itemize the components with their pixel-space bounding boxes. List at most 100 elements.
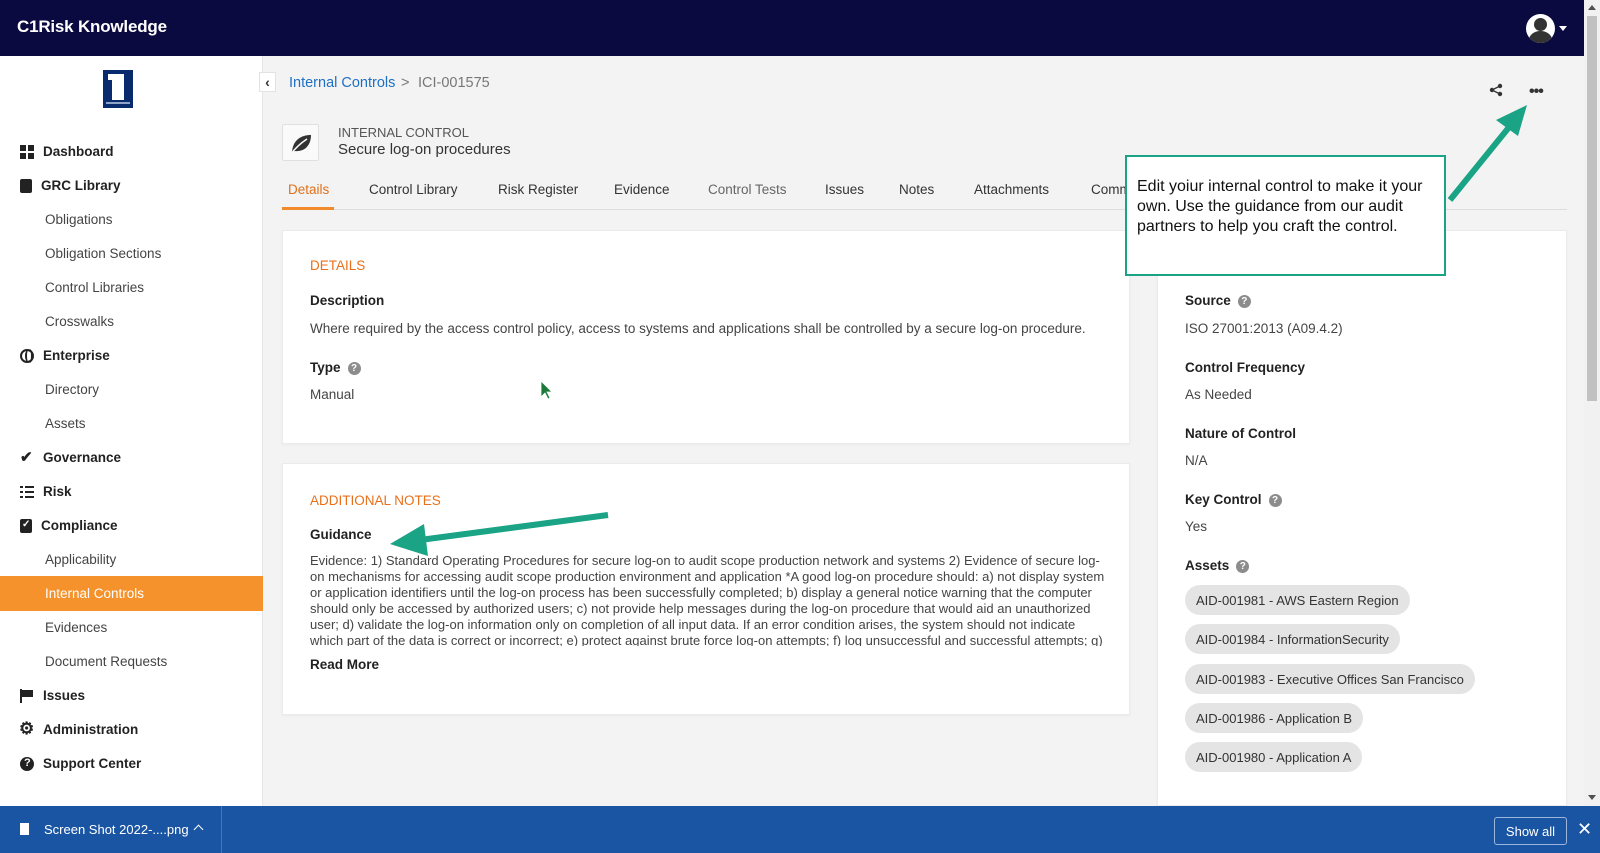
nature-value: N/A (1185, 453, 1208, 468)
scroll-down-icon[interactable] (1588, 795, 1596, 800)
assets-label-text: Assets (1185, 558, 1230, 573)
sidebar-item-governance[interactable]: Governance (0, 440, 263, 475)
list-icon (20, 484, 34, 499)
sidebar-item-label: Risk (43, 484, 72, 499)
type-label-text: Type (310, 360, 341, 375)
frequency-value: As Needed (1185, 387, 1252, 402)
breadcrumb-separator: > (401, 75, 410, 91)
clipboard-icon (20, 518, 32, 533)
tab-control-library[interactable]: Control Library (369, 182, 458, 197)
file-icon (20, 823, 29, 835)
sidebar-item-label: Evidences (45, 620, 108, 635)
sidebar-item-crosswalks[interactable]: Crosswalks (0, 304, 263, 339)
source-value: ISO 27001:2013 (A09.4.2) (1185, 321, 1343, 336)
sidebar-item-label: Compliance (41, 518, 118, 533)
help-icon[interactable]: ? (1236, 560, 1250, 573)
sidebar-item-label: Enterprise (43, 348, 110, 363)
scrollbar-thumb[interactable] (1587, 16, 1597, 401)
help-icon[interactable]: ? (1237, 295, 1251, 308)
type-value: Manual (310, 387, 355, 402)
globe-icon (20, 348, 34, 363)
sidebar-item-assets[interactable]: Assets (0, 406, 263, 441)
asset-chip[interactable]: AID-001983 - Executive Offices San Franc… (1185, 664, 1475, 694)
book-icon (20, 178, 32, 193)
back-button[interactable]: ‹ (259, 72, 276, 92)
sidebar-item-issues[interactable]: Issues (0, 678, 263, 713)
asset-chip[interactable]: AID-001980 - Application A (1185, 742, 1363, 772)
close-icon[interactable]: ✕ (1577, 819, 1592, 840)
tab-evidence[interactable]: Evidence (614, 182, 670, 197)
sidebar-item-applicability[interactable]: Applicability (0, 542, 263, 577)
flag-icon (20, 688, 34, 703)
sidebar-item-risk[interactable]: Risk (0, 474, 263, 509)
sidebar-item-directory[interactable]: Directory (0, 372, 263, 407)
source-label: Source? (1185, 293, 1251, 308)
scroll-up-icon[interactable] (1588, 5, 1596, 10)
app-title[interactable]: C1Risk Knowledge (17, 17, 167, 37)
share-icon[interactable] (1489, 83, 1503, 97)
sidebar-item-compliance[interactable]: Compliance (0, 508, 263, 543)
sidebar-item-internal-controls[interactable]: Internal Controls (0, 576, 263, 611)
sidebar-item-label: Obligations (45, 212, 113, 227)
read-more-link[interactable]: Read More (310, 657, 379, 672)
sidebar-item-document-requests[interactable]: Document Requests (0, 644, 263, 679)
sidebar-item-evidences[interactable]: Evidences (0, 610, 263, 645)
tab-control-tests[interactable]: Control Tests (708, 182, 787, 197)
tab-notes[interactable]: Notes (899, 182, 934, 197)
sidebar-item-dashboard[interactable]: Dashboard (0, 134, 263, 169)
sidebar-item-label: Governance (43, 450, 122, 465)
guidance-text: Evidence: 1) Standard Operating Procedur… (310, 553, 1105, 646)
company-logo[interactable] (103, 70, 133, 108)
sidebar-item-label: Internal Controls (45, 586, 145, 601)
sidebar-item-label: Crosswalks (45, 314, 115, 329)
tab-issues[interactable]: Issues (825, 182, 864, 197)
sidebar-item-label: Issues (43, 688, 86, 703)
sidebar-item-label: Applicability (45, 552, 117, 567)
sidebar-item-control-libraries[interactable]: Control Libraries (0, 270, 263, 305)
help-icon (20, 756, 34, 771)
chevron-down-icon[interactable] (1559, 26, 1567, 31)
sidebar-item-label: Support Center (43, 756, 142, 771)
details-section-title: DETAILS (310, 258, 366, 273)
description-value: Where required by the access control pol… (310, 321, 1086, 336)
download-filename: Screen Shot 2022-....png (44, 822, 189, 837)
sidebar-item-label: Assets (45, 416, 86, 431)
help-icon[interactable]: ? (347, 362, 361, 375)
sidebar-item-obligation-sections[interactable]: Obligation Sections (0, 236, 263, 271)
sidebar-item-grc-library[interactable]: GRC Library (0, 168, 263, 203)
breadcrumb-parent-link[interactable]: Internal Controls (289, 75, 395, 91)
chevron-up-icon[interactable] (193, 824, 204, 835)
sidebar-item-label: Dashboard (43, 144, 114, 159)
download-bar: Screen Shot 2022-....png Show all ✕ (0, 806, 1600, 853)
source-label-text: Source (1185, 293, 1231, 308)
top-bar: C1Risk Knowledge (0, 0, 1584, 56)
sidebar-item-administration[interactable]: Administration (0, 712, 263, 747)
sidebar-item-support-center[interactable]: Support Center (0, 746, 263, 781)
asset-chip[interactable]: AID-001981 - AWS Eastern Region (1185, 585, 1410, 615)
user-avatar[interactable] (1526, 14, 1555, 43)
type-label: Type? (310, 360, 361, 375)
sidebar-item-obligations[interactable]: Obligations (0, 202, 263, 237)
tab-details[interactable]: Details (288, 182, 329, 197)
gear-icon (19, 719, 34, 739)
download-item[interactable]: Screen Shot 2022-....png (0, 806, 222, 853)
record-type: INTERNAL CONTROL (338, 125, 469, 140)
annotation-callout: Edit yoiur internal control to make it y… (1125, 155, 1446, 276)
active-tab-indicator (282, 207, 334, 210)
key-control-label-text: Key Control (1185, 492, 1262, 507)
sidebar-item-label: GRC Library (41, 178, 121, 193)
tab-risk-register[interactable]: Risk Register (498, 182, 578, 197)
show-all-button[interactable]: Show all (1494, 817, 1567, 845)
frequency-label: Control Frequency (1185, 360, 1306, 375)
vertical-scrollbar[interactable] (1584, 0, 1600, 806)
description-label: Description (310, 293, 385, 308)
tab-attachments[interactable]: Attachments (974, 182, 1049, 197)
sidebar-item-enterprise[interactable]: Enterprise (0, 338, 263, 373)
key-control-label: Key Control? (1185, 492, 1282, 507)
asset-chip[interactable]: AID-001984 - InformationSecurity (1185, 624, 1400, 654)
asset-chip[interactable]: AID-001986 - Application B (1185, 703, 1364, 733)
record-title: Secure log-on procedures (338, 141, 511, 158)
more-options-icon[interactable]: ••• (1529, 83, 1544, 101)
details-card (282, 230, 1130, 444)
help-icon[interactable]: ? (1268, 494, 1282, 507)
